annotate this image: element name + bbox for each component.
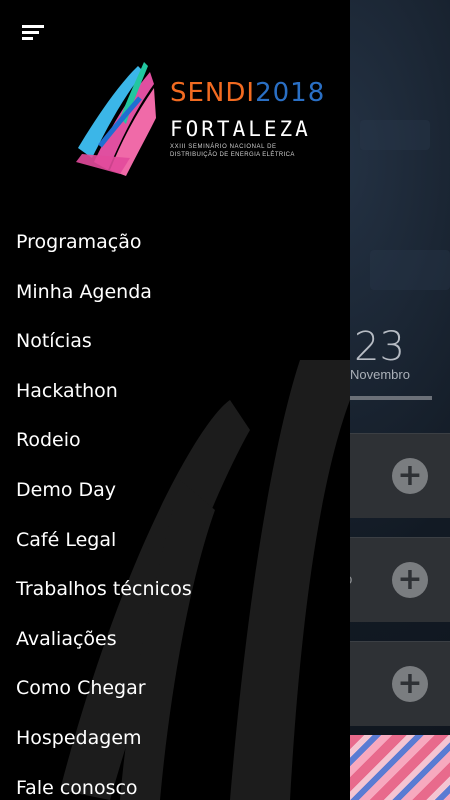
menu-item-como-chegar[interactable]: Como Chegar — [0, 664, 350, 714]
session-card[interactable]: + — [350, 641, 450, 726]
menu-item-avaliacoes[interactable]: Avaliações — [0, 615, 350, 665]
date-tab[interactable]: 23 Novembro — [350, 325, 432, 382]
date-tab-indicator — [350, 396, 432, 400]
date-month: Novembro — [350, 367, 410, 382]
menu-item-noticias[interactable]: Notícias — [0, 317, 350, 367]
menu-item-fale-conosco[interactable]: Fale conosco — [0, 764, 350, 800]
logo-subtitle-1: XXIII SEMINÁRIO NACIONAL DE — [170, 144, 277, 150]
date-day: 23 — [354, 324, 405, 370]
menu-item-rodeio[interactable]: Rodeio — [0, 416, 350, 466]
background-blur — [360, 120, 430, 150]
logo-wordmark: SENDI2018 — [170, 78, 325, 118]
logo-city: FORTALEZA — [170, 117, 311, 141]
logo-subtitle-2: DISTRIBUIÇÃO DE ENERGIA ELÉTRICA — [170, 152, 295, 158]
navigation-drawer: SENDI2018 FORTALEZA XXIII SEMINÁRIO NACI… — [0, 0, 350, 800]
menu-item-hospedagem[interactable]: Hospedagem — [0, 714, 350, 764]
menu-item-minha-agenda[interactable]: Minha Agenda — [0, 268, 350, 318]
menu-item-demo-day[interactable]: Demo Day — [0, 466, 350, 516]
session-card[interactable]: + — [350, 433, 450, 518]
logo-event: SENDI — [170, 78, 256, 108]
hamburger-menu-icon[interactable] — [18, 20, 50, 46]
plus-icon[interactable]: + — [392, 562, 428, 598]
menu-item-programacao[interactable]: Programação — [0, 218, 350, 268]
banner-image[interactable] — [350, 735, 450, 800]
session-card[interactable]: + — [350, 537, 450, 622]
menu-item-hackathon[interactable]: Hackathon — [0, 367, 350, 417]
drawer-menu: Programação Minha Agenda Notícias Hackat… — [0, 218, 350, 800]
plus-icon[interactable]: + — [392, 666, 428, 702]
menu-item-trabalhos-tecnicos[interactable]: Trabalhos técnicos — [0, 565, 350, 615]
background-blur — [370, 250, 450, 290]
plus-icon[interactable]: + — [392, 458, 428, 494]
logo-year: 2018 — [255, 78, 326, 108]
menu-item-cafe-legal[interactable]: Café Legal — [0, 516, 350, 566]
